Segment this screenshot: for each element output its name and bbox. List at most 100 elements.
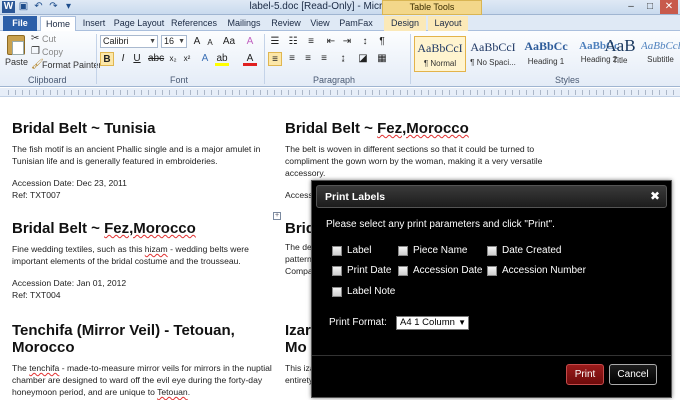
- label-ref: Ref: TXT007: [12, 190, 61, 200]
- change-case-icon[interactable]: Aa: [222, 35, 236, 49]
- maximize-icon[interactable]: □: [641, 0, 659, 14]
- label-title: Bridal Belt ~ Fez,Morocco: [285, 120, 547, 137]
- style-name: Subtitle: [647, 55, 674, 64]
- highlight-icon[interactable]: ab: [215, 52, 229, 66]
- copy-icon[interactable]: ❐: [31, 46, 40, 57]
- spelling-error: tenchifa: [29, 363, 60, 373]
- text-effects-icon[interactable]: A: [198, 52, 212, 66]
- tab-file[interactable]: File: [3, 16, 37, 31]
- tab-view[interactable]: View: [306, 16, 334, 31]
- italic-button[interactable]: I: [116, 52, 130, 66]
- justify-icon[interactable]: ≡: [317, 52, 331, 66]
- tab-pamfax[interactable]: PamFax: [336, 16, 376, 31]
- option-print-date[interactable]: Print Date: [332, 265, 391, 276]
- print-button[interactable]: Print: [566, 364, 604, 385]
- tab-mailings[interactable]: Mailings: [222, 16, 266, 31]
- style-sample: AaBbCcI: [470, 40, 516, 54]
- line-spacing-icon[interactable]: ↨: [336, 52, 350, 66]
- tab-page-layout[interactable]: Page Layout: [112, 16, 166, 31]
- style-no-spacing[interactable]: AaBbCcI ¶ No Spaci...: [467, 36, 519, 72]
- shrink-font-icon[interactable]: A: [203, 36, 217, 50]
- option-label[interactable]: Label: [332, 245, 371, 256]
- decrease-indent-icon[interactable]: ⇤: [324, 35, 338, 49]
- label-title: Bridal Belt ~ Tunisia: [12, 120, 156, 137]
- style-heading-1[interactable]: AaBbCc Heading 1: [520, 36, 572, 72]
- label-title-text: Bridal Belt ~: [12, 220, 105, 237]
- strikethrough-button[interactable]: abc: [148, 52, 164, 66]
- sort-icon[interactable]: ↕: [358, 35, 372, 49]
- tab-insert[interactable]: Insert: [78, 16, 110, 31]
- option-accession-number[interactable]: Accession Number: [487, 265, 586, 276]
- label-accession-date: Accession Date: Dec 23, 2011: [12, 178, 127, 188]
- font-color-icon[interactable]: A: [243, 52, 257, 66]
- style-normal[interactable]: AaBbCcI ¶ Normal: [414, 36, 466, 72]
- format-painter-button[interactable]: Format Painter: [42, 60, 102, 70]
- checkbox[interactable]: [398, 265, 408, 276]
- checkbox[interactable]: [487, 245, 497, 256]
- cut-button[interactable]: Cut: [42, 34, 56, 44]
- style-name: Title: [612, 56, 628, 65]
- label-ref: Ref: TXT004: [12, 290, 61, 300]
- align-left-icon[interactable]: ≡: [268, 52, 282, 66]
- cancel-button[interactable]: Cancel: [609, 364, 657, 385]
- style-name: ¶ No Spaci...: [470, 58, 516, 67]
- option-piece-name[interactable]: Piece Name: [398, 245, 467, 256]
- checkbox[interactable]: [332, 245, 342, 256]
- checkbox[interactable]: [487, 265, 497, 276]
- tab-review[interactable]: Review: [268, 16, 304, 31]
- tab-layout[interactable]: Layout: [428, 16, 468, 31]
- clear-formatting-icon[interactable]: A: [243, 35, 257, 49]
- superscript-button[interactable]: x²: [180, 52, 194, 66]
- separator: [264, 34, 265, 84]
- tab-design[interactable]: Design: [384, 16, 426, 31]
- subscript-button[interactable]: x₂: [166, 52, 180, 66]
- multilevel-list-icon[interactable]: ≡: [304, 35, 318, 49]
- dialog-footer-divider: [312, 355, 671, 356]
- cut-icon[interactable]: ✂: [31, 33, 39, 44]
- bullets-icon[interactable]: ☰: [268, 35, 282, 49]
- separator: [96, 34, 97, 84]
- option-date-created[interactable]: Date Created: [487, 245, 561, 256]
- spelling-error: Fez,Morocco: [377, 120, 469, 137]
- font-size-combo[interactable]: 16 ▼: [161, 35, 187, 48]
- font-name-combo[interactable]: Calibri ▼: [100, 35, 158, 48]
- dialog-title: Print Labels: [325, 191, 386, 203]
- minimize-icon[interactable]: –: [622, 0, 640, 14]
- option-accession-date[interactable]: Accession Date: [398, 265, 482, 276]
- close-icon[interactable]: ✖: [650, 189, 660, 203]
- checkbox-label: Accession Number: [502, 265, 586, 276]
- underline-button[interactable]: U: [130, 52, 144, 66]
- numbering-icon[interactable]: ☷: [286, 35, 300, 49]
- ruler-ticks: [8, 90, 674, 95]
- paste-label[interactable]: Paste: [5, 57, 28, 67]
- option-label-note[interactable]: Label Note: [332, 286, 395, 297]
- paragraph-group-label: Paragraph: [313, 75, 356, 85]
- label-title: Morocco: [12, 339, 75, 356]
- grow-font-icon[interactable]: A: [190, 35, 204, 49]
- bold-button[interactable]: B: [100, 52, 114, 66]
- checkbox[interactable]: [332, 286, 342, 297]
- align-center-icon[interactable]: ≡: [285, 52, 299, 66]
- print-format-select[interactable]: A4 1 Column ▼: [396, 316, 469, 330]
- shading-icon[interactable]: ◪: [356, 52, 370, 66]
- copy-button[interactable]: Copy: [42, 47, 63, 57]
- paste-icon[interactable]: [7, 35, 25, 55]
- checkbox[interactable]: [332, 265, 342, 276]
- tab-home[interactable]: Home: [40, 16, 76, 31]
- tab-references[interactable]: References: [168, 16, 220, 31]
- horizontal-ruler[interactable]: [0, 88, 680, 97]
- align-right-icon[interactable]: ≡: [301, 52, 315, 66]
- show-marks-icon[interactable]: ¶: [375, 35, 389, 49]
- table-move-handle-icon[interactable]: +: [273, 212, 281, 220]
- style-title[interactable]: AaB Title: [600, 36, 640, 72]
- checkbox[interactable]: [398, 245, 408, 256]
- increase-indent-icon[interactable]: ⇥: [340, 35, 354, 49]
- style-name: ¶ Normal: [423, 59, 457, 68]
- borders-icon[interactable]: ▦: [375, 52, 389, 66]
- description-text: The: [12, 363, 30, 373]
- style-subtitle[interactable]: AaBbCcl Subtitle: [641, 36, 680, 72]
- window-title: label-5.doc [Read-Only] - Microsoft Word: [249, 1, 431, 12]
- styles-group-label: Styles: [555, 75, 580, 85]
- close-window-icon[interactable]: ✕: [660, 0, 678, 14]
- label-description: The tenchifa - made-to-measure mirror ve…: [12, 362, 282, 398]
